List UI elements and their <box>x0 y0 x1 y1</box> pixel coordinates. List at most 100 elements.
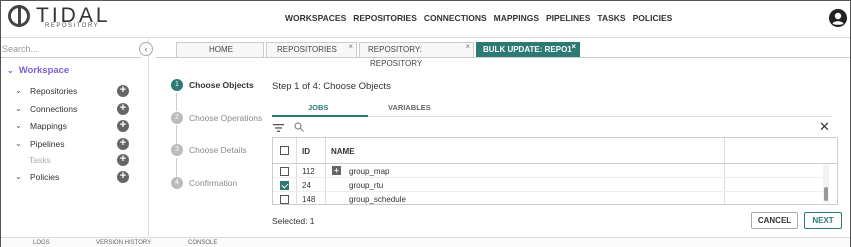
nav-mappings[interactable]: MAPPINGS <box>494 13 539 23</box>
search-icon[interactable] <box>294 122 304 132</box>
scrollbar-thumb[interactable] <box>824 187 828 201</box>
step-number: 4 <box>171 177 183 189</box>
workspace-label: Workspace <box>18 65 70 76</box>
step-label: Confirmation <box>189 178 238 188</box>
tab-repository[interactable]: REPOSITORY: REPOSITORY × <box>359 40 474 68</box>
chevron-down-icon[interactable]: ⌄ <box>15 172 22 181</box>
tab-variables[interactable]: VARIABLES <box>388 103 431 112</box>
close-tab-icon[interactable]: × <box>571 40 576 54</box>
table-row[interactable]: 148 group_schedule <box>273 193 829 204</box>
row-id: 112 <box>302 167 315 176</box>
column-header-name[interactable]: NAME <box>331 147 355 156</box>
next-button[interactable]: NEXT <box>804 212 842 229</box>
nav-connections[interactable]: CONNECTIONS <box>424 13 487 23</box>
tab-repositories[interactable]: REPOSITORIES × <box>266 42 357 57</box>
checkbox-checked <box>280 181 289 190</box>
sidebar: Search... ‹ ⌄ Workspace ⌄ Repositories + … <box>1 38 153 236</box>
chevron-down-icon[interactable]: ⌄ <box>15 139 22 148</box>
add-mapping-icon[interactable]: + <box>117 120 129 132</box>
sidebar-item-label: Repositories <box>30 86 78 96</box>
table-row[interactable]: 112 + group_map <box>273 165 829 178</box>
sidebar-item-tasks[interactable]: Tasks + <box>15 154 133 168</box>
checkbox-box <box>280 146 289 155</box>
cancel-button[interactable]: CANCEL <box>751 212 798 229</box>
close-tab-icon[interactable]: × <box>465 40 470 54</box>
editor-tabs: HOME REPOSITORIES × REPOSITORY: REPOSITO… <box>176 40 582 68</box>
table-header: ID NAME <box>273 138 837 164</box>
checkbox-box <box>280 195 289 204</box>
sidebar-item-policies[interactable]: ⌄ Policies + <box>15 171 133 185</box>
add-task-icon[interactable]: + <box>117 154 129 166</box>
step-number: 3 <box>171 144 183 156</box>
tab-bulk-update[interactable]: BULK UPDATE: REPO1 × <box>476 42 580 57</box>
add-connection-icon[interactable]: + <box>117 103 129 115</box>
row-checkbox[interactable] <box>280 181 289 190</box>
sidebar-item-mappings[interactable]: ⌄ Mappings + <box>15 120 133 134</box>
collapse-sidebar-button[interactable]: ‹ <box>139 42 153 56</box>
row-checkbox[interactable] <box>280 167 289 176</box>
user-account-icon[interactable] <box>829 9 847 27</box>
selected-count: Selected: 1 <box>272 216 315 226</box>
column-header-id[interactable]: ID <box>302 147 310 156</box>
table-row[interactable]: 24 group_rtu <box>273 179 829 192</box>
tab-label: REPOSITORIES <box>277 45 337 54</box>
step-label: Choose Operations <box>189 113 263 123</box>
nav-repositories[interactable]: REPOSITORIES <box>353 13 417 23</box>
expand-plus-icon[interactable]: + <box>332 166 341 175</box>
step-label: Choose Objects <box>189 80 254 90</box>
nav-workspaces[interactable]: WORKSPACES <box>285 13 346 23</box>
nav-policies[interactable]: POLICIES <box>633 13 673 23</box>
object-type-tabs: JOBS VARIABLES <box>272 102 832 117</box>
step-number: 2 <box>171 112 183 124</box>
row-name: group_rtu <box>349 181 384 190</box>
step-title: Step 1 of 4: Choose Objects <box>272 81 391 92</box>
tab-jobs[interactable]: JOBS <box>308 103 328 112</box>
filter-icon[interactable] <box>273 123 284 133</box>
sidebar-item-label: Pipelines <box>30 139 65 149</box>
add-repository-icon[interactable]: + <box>117 85 129 97</box>
logo-subtitle: REPOSITORY <box>45 23 100 29</box>
add-pipeline-icon[interactable]: + <box>117 138 129 150</box>
sidebar-item-label: Policies <box>30 172 60 182</box>
tab-label: BULK UPDATE: REPO1 <box>483 45 572 54</box>
sidebar-item-label: Connections <box>30 104 78 114</box>
sidebar-item-connections[interactable]: ⌄ Connections + <box>15 103 133 117</box>
chevron-down-icon: ⌄ <box>7 66 14 75</box>
sidebar-search-input[interactable]: Search... <box>2 44 38 54</box>
row-name: group_schedule <box>349 195 406 204</box>
step-number: 1 <box>171 79 183 91</box>
row-name: group_map <box>349 167 390 176</box>
close-tab-icon[interactable]: × <box>348 40 353 54</box>
step-connector <box>176 158 177 177</box>
step-label: Choose Details <box>189 145 247 155</box>
close-icon[interactable]: ✕ <box>819 120 830 133</box>
tab-divider <box>156 57 850 58</box>
step-connector <box>176 125 177 145</box>
version-history-tab[interactable]: VERSION HISTORY <box>96 240 151 246</box>
nav-tasks[interactable]: TASKS <box>597 13 625 23</box>
tab-label: HOME <box>209 45 233 54</box>
console-tab[interactable]: CONSOLE <box>188 240 217 246</box>
objects-table: ID NAME 112 + group_map 24 group_rtu 148… <box>272 137 838 205</box>
step-connector <box>176 93 177 111</box>
sidebar-item-label: Mappings <box>30 121 67 131</box>
bottom-panel-bar: LOGS VERSION HISTORY CONSOLE <box>1 237 850 247</box>
add-policy-icon[interactable]: + <box>117 171 129 183</box>
nav-pipelines[interactable]: PIPELINES <box>546 13 590 23</box>
top-bar: TIDAL REPOSITORY WORKSPACES REPOSITORIES… <box>1 1 850 38</box>
row-id: 148 <box>302 195 316 204</box>
sidebar-item-repositories[interactable]: ⌄ Repositories + <box>15 85 133 99</box>
logs-tab[interactable]: LOGS <box>33 240 50 246</box>
sidebar-item-pipelines[interactable]: ⌄ Pipelines + <box>15 138 133 152</box>
chevron-down-icon[interactable]: ⌄ <box>15 121 22 130</box>
active-tab-indicator <box>272 115 368 117</box>
sidebar-item-label: Tasks <box>29 155 51 165</box>
row-checkbox[interactable] <box>280 195 289 204</box>
chevron-down-icon[interactable]: ⌄ <box>15 104 22 113</box>
row-id: 24 <box>302 181 311 190</box>
select-all-checkbox[interactable] <box>280 146 289 155</box>
chevron-down-icon[interactable]: ⌄ <box>15 86 22 95</box>
tab-home[interactable]: HOME <box>176 42 264 57</box>
search-underline <box>1 57 141 58</box>
workspace-header[interactable]: ⌄ Workspace <box>7 65 69 76</box>
